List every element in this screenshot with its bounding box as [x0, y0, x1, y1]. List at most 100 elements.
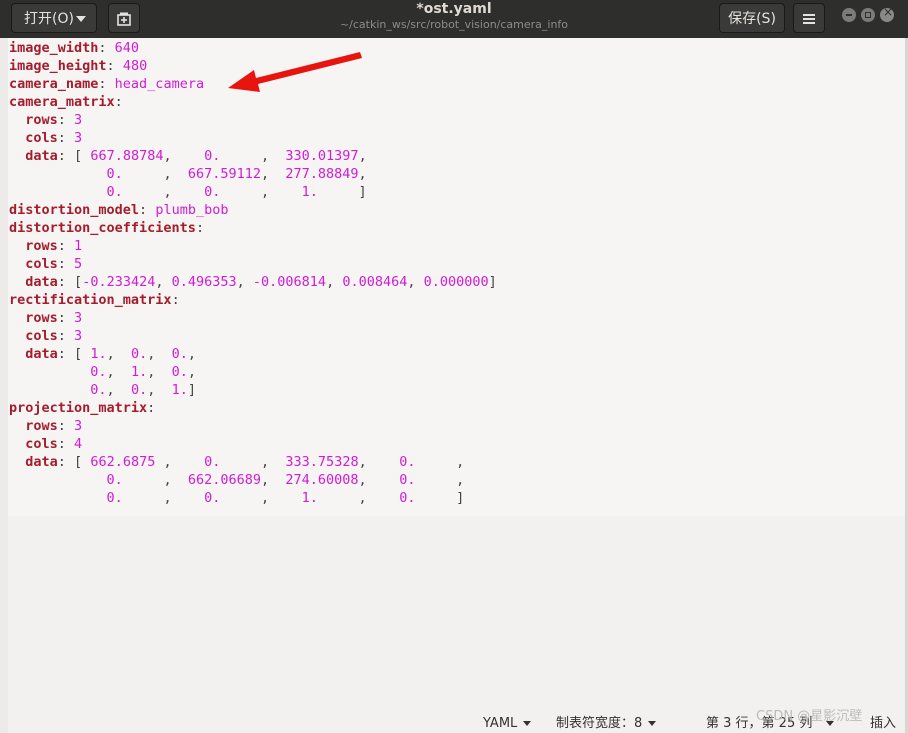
yaml-punctuation: , — [122, 472, 188, 488]
yaml-punctuation: , — [358, 472, 400, 488]
yaml-punctuation: : — [106, 58, 123, 74]
yaml-value: 0. — [204, 184, 221, 200]
save-button[interactable]: 保存(S) — [719, 3, 785, 33]
menu-button[interactable] — [793, 3, 825, 33]
yaml-key: distortion_coefficients — [9, 220, 196, 236]
yaml-punctuation: : — [57, 436, 75, 452]
yaml-punctuation: , — [122, 184, 205, 200]
yaml-key: data — [9, 274, 58, 290]
yaml-key: cols — [9, 256, 58, 272]
yaml-punctuation — [9, 364, 90, 380]
text-editor[interactable]: image_width: 640 image_height: 480 camera_… — [8, 38, 905, 516]
yaml-key: cols — [9, 436, 58, 452]
code-line: rows: 3 — [9, 309, 82, 327]
yaml-value: 0.008464 — [342, 274, 408, 290]
yaml-punctuation: , — [187, 364, 196, 380]
yaml-punctuation: : — [57, 310, 75, 326]
yaml-key: cols — [9, 328, 58, 344]
yaml-punctuation: [ — [74, 346, 91, 362]
yaml-value: 1. — [301, 490, 318, 506]
header-bar: 打开(O) *ost.yaml ~/catkin_ws/src/robot_vi… — [0, 0, 908, 38]
yaml-punctuation: , — [326, 274, 343, 290]
code-line: image_height: 480 — [9, 57, 147, 75]
yaml-key: rectification_matrix — [9, 292, 172, 308]
code-line: distortion_coefficients: — [9, 219, 204, 237]
yaml-punctuation: ] — [187, 382, 196, 398]
code-line: rectification_matrix: — [9, 291, 180, 309]
yaml-punctuation: : — [57, 346, 75, 362]
yaml-value: 1. — [130, 364, 148, 380]
yaml-value: 3 — [74, 112, 83, 128]
yaml-punctuation: , — [220, 490, 302, 506]
yaml-value: -0.233424 — [82, 274, 156, 290]
yaml-punctuation: , — [122, 166, 188, 182]
yaml-punctuation: , — [122, 490, 205, 506]
code-line: cols: 5 — [9, 255, 82, 273]
yaml-value: 1. — [171, 382, 188, 398]
yaml-value: 3 — [74, 418, 83, 434]
yaml-punctuation: , — [261, 472, 286, 488]
yaml-key: projection_matrix — [9, 400, 148, 416]
code-line: data: [ 1., 0., 0., — [9, 345, 196, 363]
minimize-icon[interactable] — [842, 8, 856, 22]
yaml-value: plumb_bob — [155, 202, 229, 218]
yaml-key: image_height — [9, 58, 107, 74]
yaml-value: 662.06689 — [187, 472, 261, 488]
yaml-value: 0. — [106, 184, 123, 200]
yaml-value: 662.6875 — [90, 454, 156, 470]
code-line: cols: 3 — [9, 129, 82, 147]
yaml-punctuation: , — [358, 454, 400, 470]
code-line: data: [-0.233424, 0.496353, -0.006814, 0… — [9, 273, 497, 291]
yaml-value: 0. — [106, 490, 123, 506]
yaml-punctuation: : — [57, 418, 75, 434]
yaml-value: 667.59112 — [187, 166, 261, 182]
yaml-value: 0. — [204, 454, 221, 470]
yaml-punctuation: : — [98, 40, 115, 56]
yaml-punctuation — [9, 490, 107, 506]
yaml-punctuation: [ — [74, 274, 83, 290]
yaml-punctuation: , — [358, 148, 367, 164]
yaml-punctuation: : — [57, 238, 75, 254]
language-selector[interactable]: YAML — [483, 715, 532, 733]
code-line: distortion_model: plumb_bob — [9, 201, 228, 219]
yaml-punctuation: [ — [74, 454, 91, 470]
code-line: rows: 1 — [9, 237, 82, 255]
close-icon[interactable] — [880, 5, 894, 22]
yaml-punctuation: : — [147, 400, 156, 416]
yaml-key: data — [9, 346, 58, 362]
yaml-punctuation: , — [407, 274, 424, 290]
insert-mode: 插入 — [870, 716, 897, 731]
yaml-value: 3 — [74, 328, 83, 344]
code-line: 0., 0., 1.] — [9, 381, 196, 399]
yaml-punctuation: , — [220, 184, 302, 200]
yaml-value: 0. — [399, 454, 416, 470]
yaml-value: 0.496353 — [171, 274, 237, 290]
maximize-icon[interactable] — [861, 8, 875, 22]
yaml-punctuation: , — [415, 472, 465, 488]
yaml-key: image_width — [9, 40, 99, 56]
yaml-punctuation: [ — [74, 148, 91, 164]
yaml-value: 0. — [171, 346, 188, 362]
yaml-key: camera_matrix — [9, 94, 115, 110]
yaml-value: 0. — [130, 346, 148, 362]
code-line: 0. , 662.06689, 274.60008, 0. , — [9, 471, 465, 489]
yaml-punctuation: : — [139, 202, 156, 218]
yaml-value: 0. — [204, 148, 221, 164]
yaml-punctuation: , — [187, 346, 197, 362]
tab-width-selector[interactable]: 制表符宽度：8 — [556, 715, 657, 733]
yaml-punctuation: : — [171, 292, 180, 308]
yaml-punctuation: ] — [488, 274, 497, 290]
yaml-key: data — [9, 148, 58, 164]
yaml-key: rows — [9, 238, 58, 254]
yaml-value: 640 — [114, 40, 140, 56]
yaml-punctuation — [9, 472, 107, 488]
yaml-value: 333.75328 — [285, 454, 359, 470]
yaml-value: 480 — [122, 58, 148, 74]
code-line: 0. , 0. , 1. , 0. ] — [9, 489, 465, 507]
yaml-punctuation: , — [147, 346, 172, 362]
yaml-punctuation: , — [106, 382, 131, 398]
yaml-punctuation: , — [220, 148, 286, 164]
yaml-value: 0.000000 — [423, 274, 489, 290]
yaml-punctuation: : — [57, 112, 75, 128]
code-line: rows: 3 — [9, 417, 82, 435]
